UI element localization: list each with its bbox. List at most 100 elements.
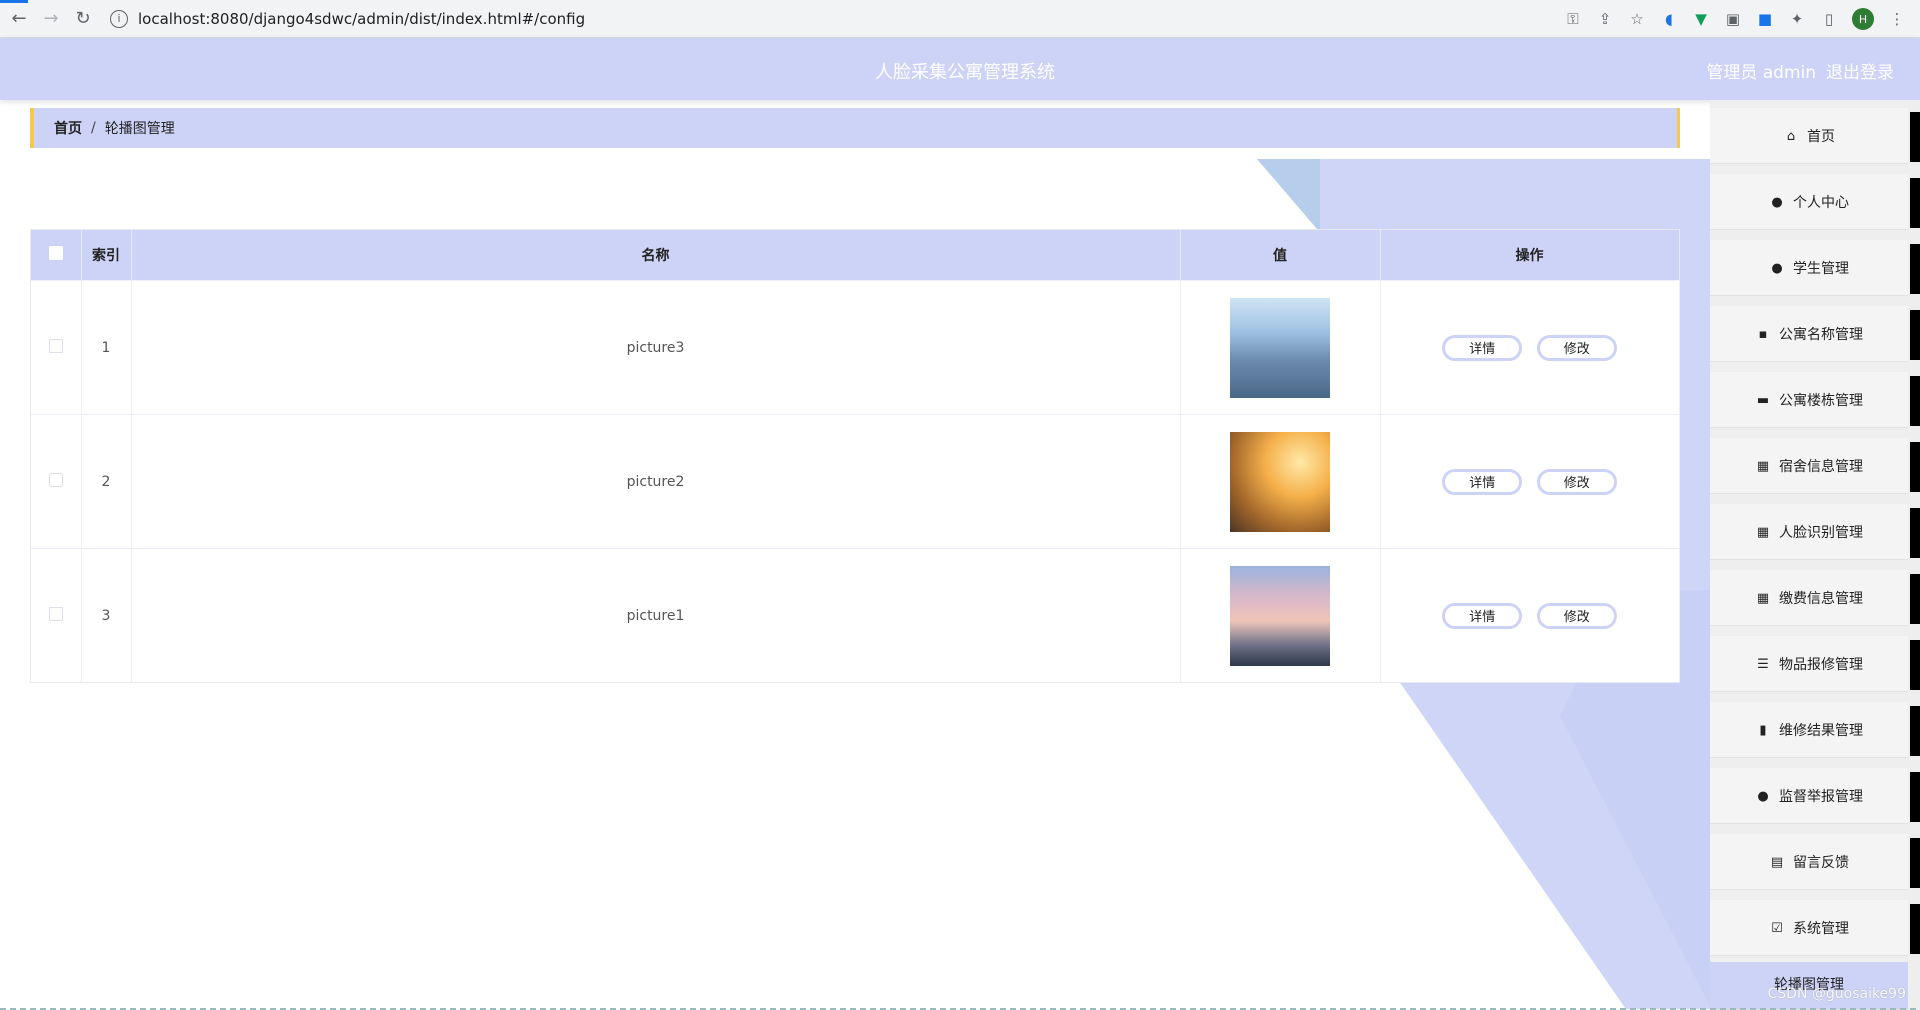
breadcrumb-separator: / — [91, 120, 96, 136]
sidepanel-icon[interactable]: ▯ — [1820, 10, 1838, 28]
forward-arrow-icon[interactable]: → — [38, 6, 64, 32]
sidebar-item-repair-results[interactable]: ▮ 维修结果管理 — [1710, 702, 1920, 758]
row-index: 3 — [81, 548, 132, 682]
app-header: 人脸采集公寓管理系统 管理员 admin 退出登录 — [0, 38, 1920, 100]
sidebar-item-repair-requests[interactable]: ☰ 物品报修管理 — [1710, 636, 1920, 692]
site-info-icon[interactable]: i — [110, 9, 128, 28]
sidebar-edge — [1910, 376, 1920, 426]
sidebar-item-label: 留言反馈 — [1793, 855, 1849, 871]
table-row: 3 picture1 详情 修改 — [31, 548, 1680, 682]
sidebar-edge — [1910, 772, 1920, 822]
sidebar-edge — [1910, 574, 1920, 624]
sidebar-item-students[interactable]: ● 学生管理 — [1710, 240, 1920, 296]
user-label: 管理员 admin — [1706, 63, 1816, 83]
grid-icon: ▦ — [1756, 458, 1770, 474]
user-icon: ● — [1771, 194, 1783, 210]
edit-button[interactable]: 修改 — [1536, 334, 1617, 361]
sidebar-item-payment-info[interactable]: ▦ 缴费信息管理 — [1710, 570, 1920, 626]
detail-button[interactable]: 详情 — [1442, 602, 1523, 629]
chat-icon: ▪ — [1758, 326, 1768, 342]
sidebar-item-face-recognition[interactable]: ▦ 人脸识别管理 — [1710, 504, 1920, 560]
grid-icon: ▦ — [1756, 524, 1770, 540]
home-icon: ⌂ — [1786, 128, 1796, 144]
kebab-menu-icon[interactable]: ⋮ — [1888, 10, 1906, 28]
logout-button[interactable]: 退出登录 — [1826, 58, 1894, 83]
pin-icon: ● — [1757, 788, 1769, 804]
breadcrumb: 首页 / 轮播图管理 — [30, 108, 1680, 148]
clipboard-icon: ▤ — [1770, 854, 1784, 870]
extension-grid-icon[interactable]: ▣ — [1724, 10, 1742, 28]
table-row: 2 picture2 详情 修改 — [31, 414, 1680, 549]
key-icon[interactable]: ⚿ — [1564, 10, 1582, 28]
sidebar-edge — [1910, 310, 1920, 360]
column-header-index: 索引 — [81, 230, 132, 281]
sliders-icon: ☰ — [1757, 656, 1769, 672]
sidebar-item-home[interactable]: ⌂ 首页 — [1710, 108, 1920, 164]
sidebar-edge — [1910, 178, 1920, 228]
sidebar-item-label: 人脸识别管理 — [1779, 525, 1863, 541]
sidebar-item-feedback[interactable]: ▤ 留言反馈 — [1710, 834, 1920, 890]
sidebar-edge — [1910, 442, 1920, 492]
sidebar-item-system-management[interactable]: ☑ 系统管理 — [1710, 900, 1920, 956]
extension-blue-icon[interactable]: ◖ — [1660, 10, 1678, 28]
sidebar-item-label: 监督举报管理 — [1779, 789, 1863, 805]
sidebar-edge — [1910, 112, 1920, 162]
back-arrow-icon[interactable]: ← — [6, 6, 32, 32]
vue-devtools-icon[interactable]: ▼ — [1692, 10, 1710, 28]
share-icon[interactable]: ⇪ — [1596, 10, 1614, 28]
sidebar-item-dormitory-info[interactable]: ▦ 宿舍信息管理 — [1710, 438, 1920, 494]
profile-avatar[interactable]: H — [1852, 8, 1874, 30]
edit-button[interactable]: 修改 — [1536, 468, 1617, 495]
carousel-image-thumbnail[interactable] — [1230, 431, 1330, 532]
row-index: 1 — [81, 280, 132, 415]
sidebar-item-label: 首页 — [1807, 129, 1835, 145]
user-icon: ● — [1771, 260, 1783, 276]
user-area: 管理员 admin 退出登录 — [1706, 58, 1894, 83]
sidebar-edge — [1910, 838, 1920, 888]
reload-icon[interactable]: ↻ — [70, 6, 96, 32]
browser-toolbar: ← → ↻ i localhost:8080/django4sdwc/admin… — [0, 0, 1920, 38]
table-header-row: 索引 名称 值 操作 — [31, 230, 1680, 281]
row-name: picture1 — [131, 548, 1181, 682]
row-checkbox[interactable] — [48, 472, 63, 487]
sidebar-item-apartment-buildings[interactable]: ▬ 公寓楼栋管理 — [1710, 372, 1920, 428]
sidebar-item-label: 公寓楼栋管理 — [1779, 393, 1863, 409]
sidebar-menu: ⌂ 首页 ● 个人中心 ● 学生管理 ▪ 公寓名称管理 ▬ 公寓楼栋管理 ▦ 宿… — [1710, 100, 1920, 1010]
sidebar-item-label: 物品报修管理 — [1779, 657, 1863, 673]
sidebar-item-label: 个人中心 — [1793, 195, 1849, 211]
browser-extensions: ⚿ ⇪ ☆ ◖ ▼ ▣ ■ ✦ ▯ H ⋮ — [1564, 0, 1906, 38]
address-bar[interactable]: i localhost:8080/django4sdwc/admin/dist/… — [110, 9, 585, 28]
table-row: 1 picture3 详情 修改 — [31, 280, 1680, 415]
carousel-image-thumbnail[interactable] — [1230, 565, 1330, 666]
row-name: picture3 — [131, 280, 1181, 415]
sidebar-item-personal-center[interactable]: ● 个人中心 — [1710, 174, 1920, 230]
sidebar-edge — [1910, 640, 1920, 690]
star-icon[interactable]: ☆ — [1628, 10, 1646, 28]
briefcase-icon: ▬ — [1756, 392, 1770, 408]
select-all-cell — [31, 230, 82, 281]
row-name: picture2 — [131, 414, 1181, 549]
sidebar-item-apartment-names[interactable]: ▪ 公寓名称管理 — [1710, 306, 1920, 362]
breadcrumb-current: 轮播图管理 — [104, 121, 175, 137]
sidebar-item-label: 学生管理 — [1793, 261, 1849, 277]
extension-lock-icon[interactable]: ■ — [1756, 10, 1774, 28]
carousel-image-thumbnail[interactable] — [1230, 297, 1330, 398]
detail-button[interactable]: 详情 — [1442, 468, 1523, 495]
sidebar-edge — [1910, 508, 1920, 558]
puzzle-icon[interactable]: ✦ — [1788, 10, 1806, 28]
breadcrumb-home[interactable]: 首页 — [54, 118, 82, 138]
app-title: 人脸采集公寓管理系统 — [875, 62, 1055, 83]
sidebar-item-label: 公寓名称管理 — [1779, 327, 1863, 343]
sidebar-item-label: 缴费信息管理 — [1779, 591, 1863, 607]
select-all-checkbox[interactable] — [48, 246, 63, 260]
row-checkbox[interactable] — [48, 606, 63, 621]
detail-button[interactable]: 详情 — [1442, 334, 1523, 361]
sidebar-item-label: 维修结果管理 — [1779, 723, 1863, 739]
row-index: 2 — [81, 414, 132, 549]
sidebar-item-label: 宿舍信息管理 — [1779, 459, 1863, 475]
edit-button[interactable]: 修改 — [1536, 602, 1617, 629]
column-header-value: 值 — [1180, 230, 1381, 281]
row-checkbox[interactable] — [48, 338, 63, 353]
book-icon: ▮ — [1759, 722, 1767, 738]
sidebar-item-supervision-reports[interactable]: ● 监督举报管理 — [1710, 768, 1920, 824]
